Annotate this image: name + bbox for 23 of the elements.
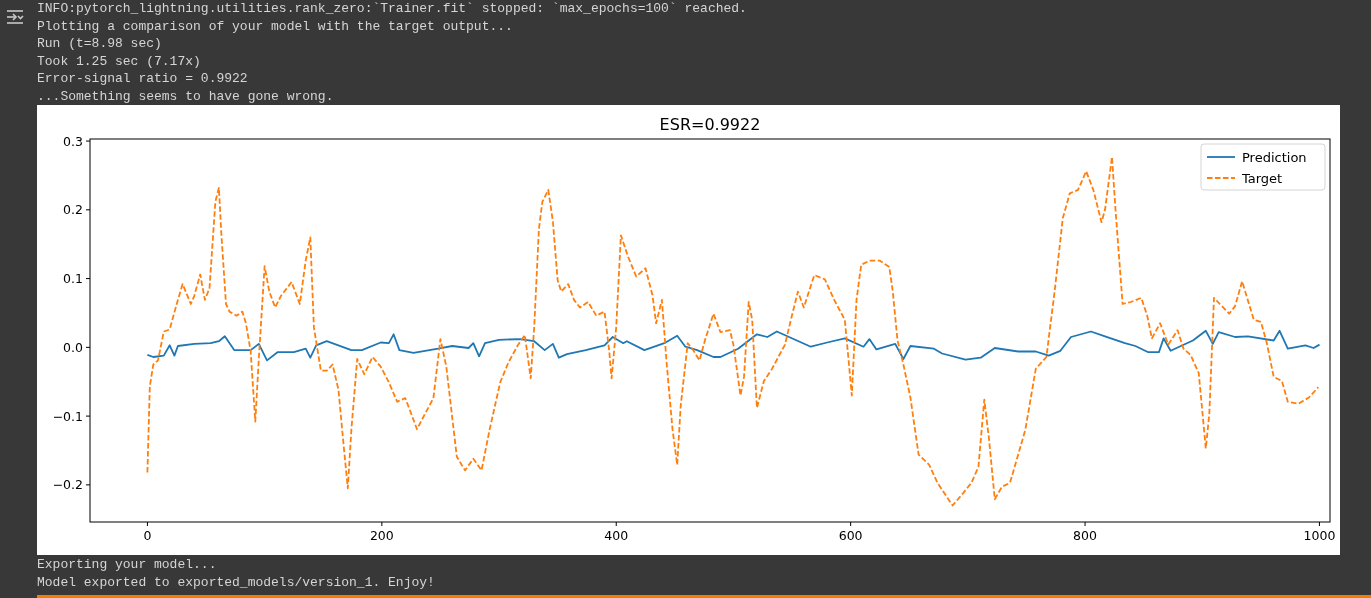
y-tick-label: 0.2: [63, 202, 83, 218]
x-tick-label: 600: [838, 528, 863, 543]
legend-label: Target: [1242, 171, 1283, 186]
output-line: Took 1.25 sec (7.17x): [37, 52, 201, 70]
legend-label: Prediction: [1242, 150, 1307, 165]
output-line: Exporting your model...: [37, 556, 217, 574]
y-tick-label: −0.1: [52, 408, 83, 424]
x-tick-label: 1000: [1303, 528, 1336, 543]
output-line: Model exported to exported_models/version_1. Enjoy!: [37, 573, 435, 591]
output-line: INFO:pytorch_lightning.utilities.rank_zero:`Trainer.fit` stopped: `max_epochs=100` reached.: [37, 0, 747, 18]
output-line: Plotting a comparison of your model with the target output...: [37, 17, 513, 35]
x-tick-label: 800: [1073, 528, 1097, 543]
chart-title: ESR=0.9922: [659, 115, 761, 134]
y-tick-label: −0.2: [52, 477, 83, 493]
output-line: ...Something seems to have gone wrong.: [37, 87, 334, 105]
y-tick-label: 0.0: [63, 339, 83, 355]
y-tick-label: 0.3: [63, 133, 83, 149]
y-tick-label: 0.1: [63, 271, 83, 287]
x-tick-label: 200: [369, 528, 394, 543]
x-tick-label: 400: [604, 528, 629, 543]
output-line: Run (t=8.98 sec): [37, 35, 162, 53]
output-line: Error-signal ratio = 0.9922: [37, 70, 248, 88]
x-tick-label: 0: [143, 528, 152, 543]
